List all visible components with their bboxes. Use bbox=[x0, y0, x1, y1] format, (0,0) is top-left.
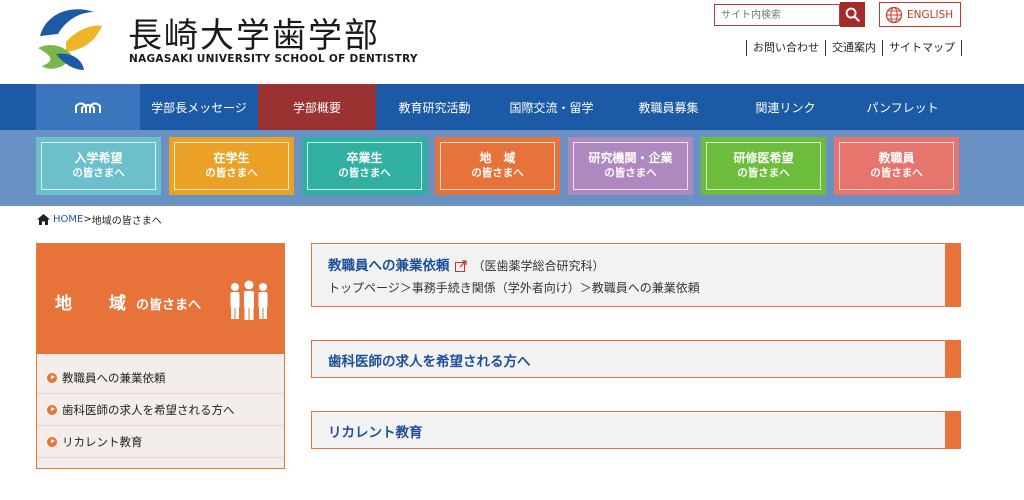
audience-label-main: 卒業生 bbox=[346, 151, 383, 165]
sidebar-item-label: 教職員への兼業依頼 bbox=[62, 370, 166, 385]
audience-label-suffix: の皆さまへ bbox=[471, 167, 524, 179]
audience-navigation: 入学希望 の皆さまへ 在学生 の皆さまへ 卒業生 の皆さまへ地 域の皆さまへ 研究機関・企業… bbox=[0, 130, 1024, 206]
home-icon bbox=[37, 214, 50, 225]
breadcrumb: HOME > 地域の皆さまへ bbox=[37, 212, 162, 227]
sidebar-item-dentist-recruit[interactable]: 歯科医師の求人を希望される方へ bbox=[37, 394, 284, 426]
site-title[interactable]: 長崎大学歯学部 bbox=[128, 8, 380, 57]
nav-item-recruitment[interactable]: 教職員募集 bbox=[610, 84, 727, 130]
search-icon bbox=[845, 7, 860, 22]
audience-label-suffix: の皆さまへ bbox=[72, 167, 125, 179]
breadcrumb-separator: > bbox=[83, 214, 92, 225]
audience-button-label: 教職員 の皆さまへ bbox=[839, 142, 954, 190]
audience-label-main: 教職員 bbox=[878, 151, 915, 165]
content-card-dentist-recruit[interactable]: 歯科医師の求人を希望される方へ bbox=[311, 340, 961, 378]
sidebar-header: 地 域の皆さまへ bbox=[37, 244, 284, 354]
nav-item-international[interactable]: 国際交流・留学 bbox=[493, 84, 610, 130]
sidebar-item-recurrent-education[interactable]: リカレント教育 bbox=[37, 426, 284, 458]
audience-button-label: 研修医希望の皆さまへ bbox=[706, 142, 821, 190]
audience-button[interactable]: 教職員 の皆さまへ bbox=[834, 137, 959, 195]
audience-button[interactable]: 研究機関・企業 の皆さまへ bbox=[568, 137, 693, 195]
audience-button-label: 在学生 の皆さまへ bbox=[174, 142, 289, 190]
audience-button[interactable]: 研修医希望の皆さまへ bbox=[701, 137, 826, 195]
util-link-sitemap[interactable]: サイトマップ bbox=[882, 40, 962, 56]
audience-button[interactable]: 入学希望 の皆さまへ bbox=[36, 137, 161, 195]
nav-item-links[interactable]: 関連リンク bbox=[727, 84, 844, 130]
audience-button[interactable]: 地 域の皆さまへ bbox=[435, 137, 560, 195]
nav-item-research[interactable]: 教育研究活動 bbox=[376, 84, 493, 130]
content-card-recurrent-education[interactable]: リカレント教育 bbox=[311, 411, 961, 449]
search-button[interactable] bbox=[840, 2, 865, 27]
audience-label-main: 在学生 bbox=[213, 151, 250, 165]
audience-label-suffix: の皆さまへ bbox=[338, 167, 391, 179]
nav-home[interactable] bbox=[36, 84, 140, 130]
sidebar-item-label: 歯科医師の求人を希望される方へ bbox=[62, 402, 235, 417]
content-card-side-job[interactable]: 教職員への兼業依頼 （医歯薬学総合研究科） トップページ＞事務手続き関係（学外者向… bbox=[311, 243, 961, 307]
nav-item-dean-message[interactable]: 学部長メッセージ bbox=[140, 84, 258, 130]
card-title-extra: （医歯薬学総合研究科） bbox=[472, 259, 605, 273]
audience-label-suffix: の皆さまへ bbox=[205, 167, 258, 179]
sidebar-item-side-job-request[interactable]: 教職員への兼業依頼 bbox=[37, 362, 284, 394]
arrow-circle-icon bbox=[47, 404, 57, 415]
utility-links: お問い合わせ 交通案内 サイトマップ bbox=[746, 40, 962, 56]
site-search-input[interactable] bbox=[714, 4, 840, 26]
audience-button[interactable]: 在学生 の皆さまへ bbox=[169, 137, 294, 195]
audience-label-main: 研修医希望 bbox=[733, 151, 794, 165]
card-title[interactable]: 歯科医師の求人を希望される方へ bbox=[328, 350, 531, 370]
globe-icon bbox=[885, 6, 903, 23]
audience-button-label: 入学希望 の皆さまへ bbox=[41, 142, 156, 190]
card-path: トップページ＞事務手続き関係（学外者向け）＞教職員への兼業依頼 bbox=[328, 281, 700, 295]
util-link-access[interactable]: 交通案内 bbox=[825, 40, 882, 56]
card-title[interactable]: 教職員への兼業依頼 （医歯薬学総合研究科） bbox=[328, 254, 605, 274]
site-subtitle: NAGASAKI UNIVERSITY SCHOOL OF DENTISTRY bbox=[129, 53, 418, 65]
arrow-circle-icon bbox=[47, 436, 57, 447]
audience-label-main: 入学希望 bbox=[74, 151, 123, 165]
university-logo-icon[interactable] bbox=[36, 6, 104, 72]
external-link-icon bbox=[454, 260, 467, 272]
home-icon bbox=[75, 102, 101, 113]
card-title[interactable]: リカレント教育 bbox=[328, 421, 423, 441]
util-link-contact[interactable]: お問い合わせ bbox=[746, 40, 825, 56]
audience-button[interactable]: 卒業生 の皆さまへ bbox=[302, 137, 427, 195]
sidebar: 地 域の皆さまへ 教職員への兼業依頼 歯科医師の求人を希望される方へ リカレント… bbox=[36, 243, 285, 469]
nav-item-overview[interactable]: 学部概要 bbox=[258, 84, 376, 130]
site-header: 長崎大学歯学部 NAGASAKI UNIVERSITY SCHOOL OF DE… bbox=[0, 0, 1024, 84]
audience-label-main: 研究機関・企業 bbox=[588, 151, 673, 165]
english-label: ENGLISH bbox=[907, 8, 954, 21]
sidebar-title-suffix: の皆さまへ bbox=[136, 298, 202, 313]
english-button[interactable]: ENGLISH bbox=[879, 2, 961, 27]
audience-label-suffix: の皆さまへ bbox=[737, 167, 790, 179]
card-title-link[interactable]: 教職員への兼業依頼 bbox=[328, 258, 450, 274]
audience-button-label: 地 域の皆さまへ bbox=[440, 142, 555, 190]
nav-item-pamphlet[interactable]: パンフレット bbox=[844, 84, 961, 130]
sidebar-item-label: リカレント教育 bbox=[62, 434, 143, 449]
people-icon bbox=[230, 280, 268, 320]
audience-button-label: 研究機関・企業 の皆さまへ bbox=[573, 142, 688, 190]
audience-label-main: 地 域 bbox=[479, 151, 516, 165]
main-navigation: 学部長メッセージ 学部概要 教育研究活動 国際交流・留学 教職員募集 関連リンク… bbox=[0, 84, 1024, 130]
breadcrumb-current: 地域の皆さまへ bbox=[91, 216, 162, 227]
breadcrumb-home-link[interactable]: HOME bbox=[53, 214, 83, 225]
sidebar-title-main: 地 域 bbox=[55, 294, 136, 314]
audience-label-suffix: の皆さまへ bbox=[604, 167, 657, 179]
sidebar-list: 教職員への兼業依頼 歯科医師の求人を希望される方へ リカレント教育 bbox=[37, 362, 284, 458]
arrow-circle-icon bbox=[47, 372, 57, 383]
audience-label-suffix: の皆さまへ bbox=[870, 167, 923, 179]
audience-button-label: 卒業生 の皆さまへ bbox=[307, 142, 422, 190]
sidebar-title: 地 域の皆さまへ bbox=[55, 289, 201, 314]
